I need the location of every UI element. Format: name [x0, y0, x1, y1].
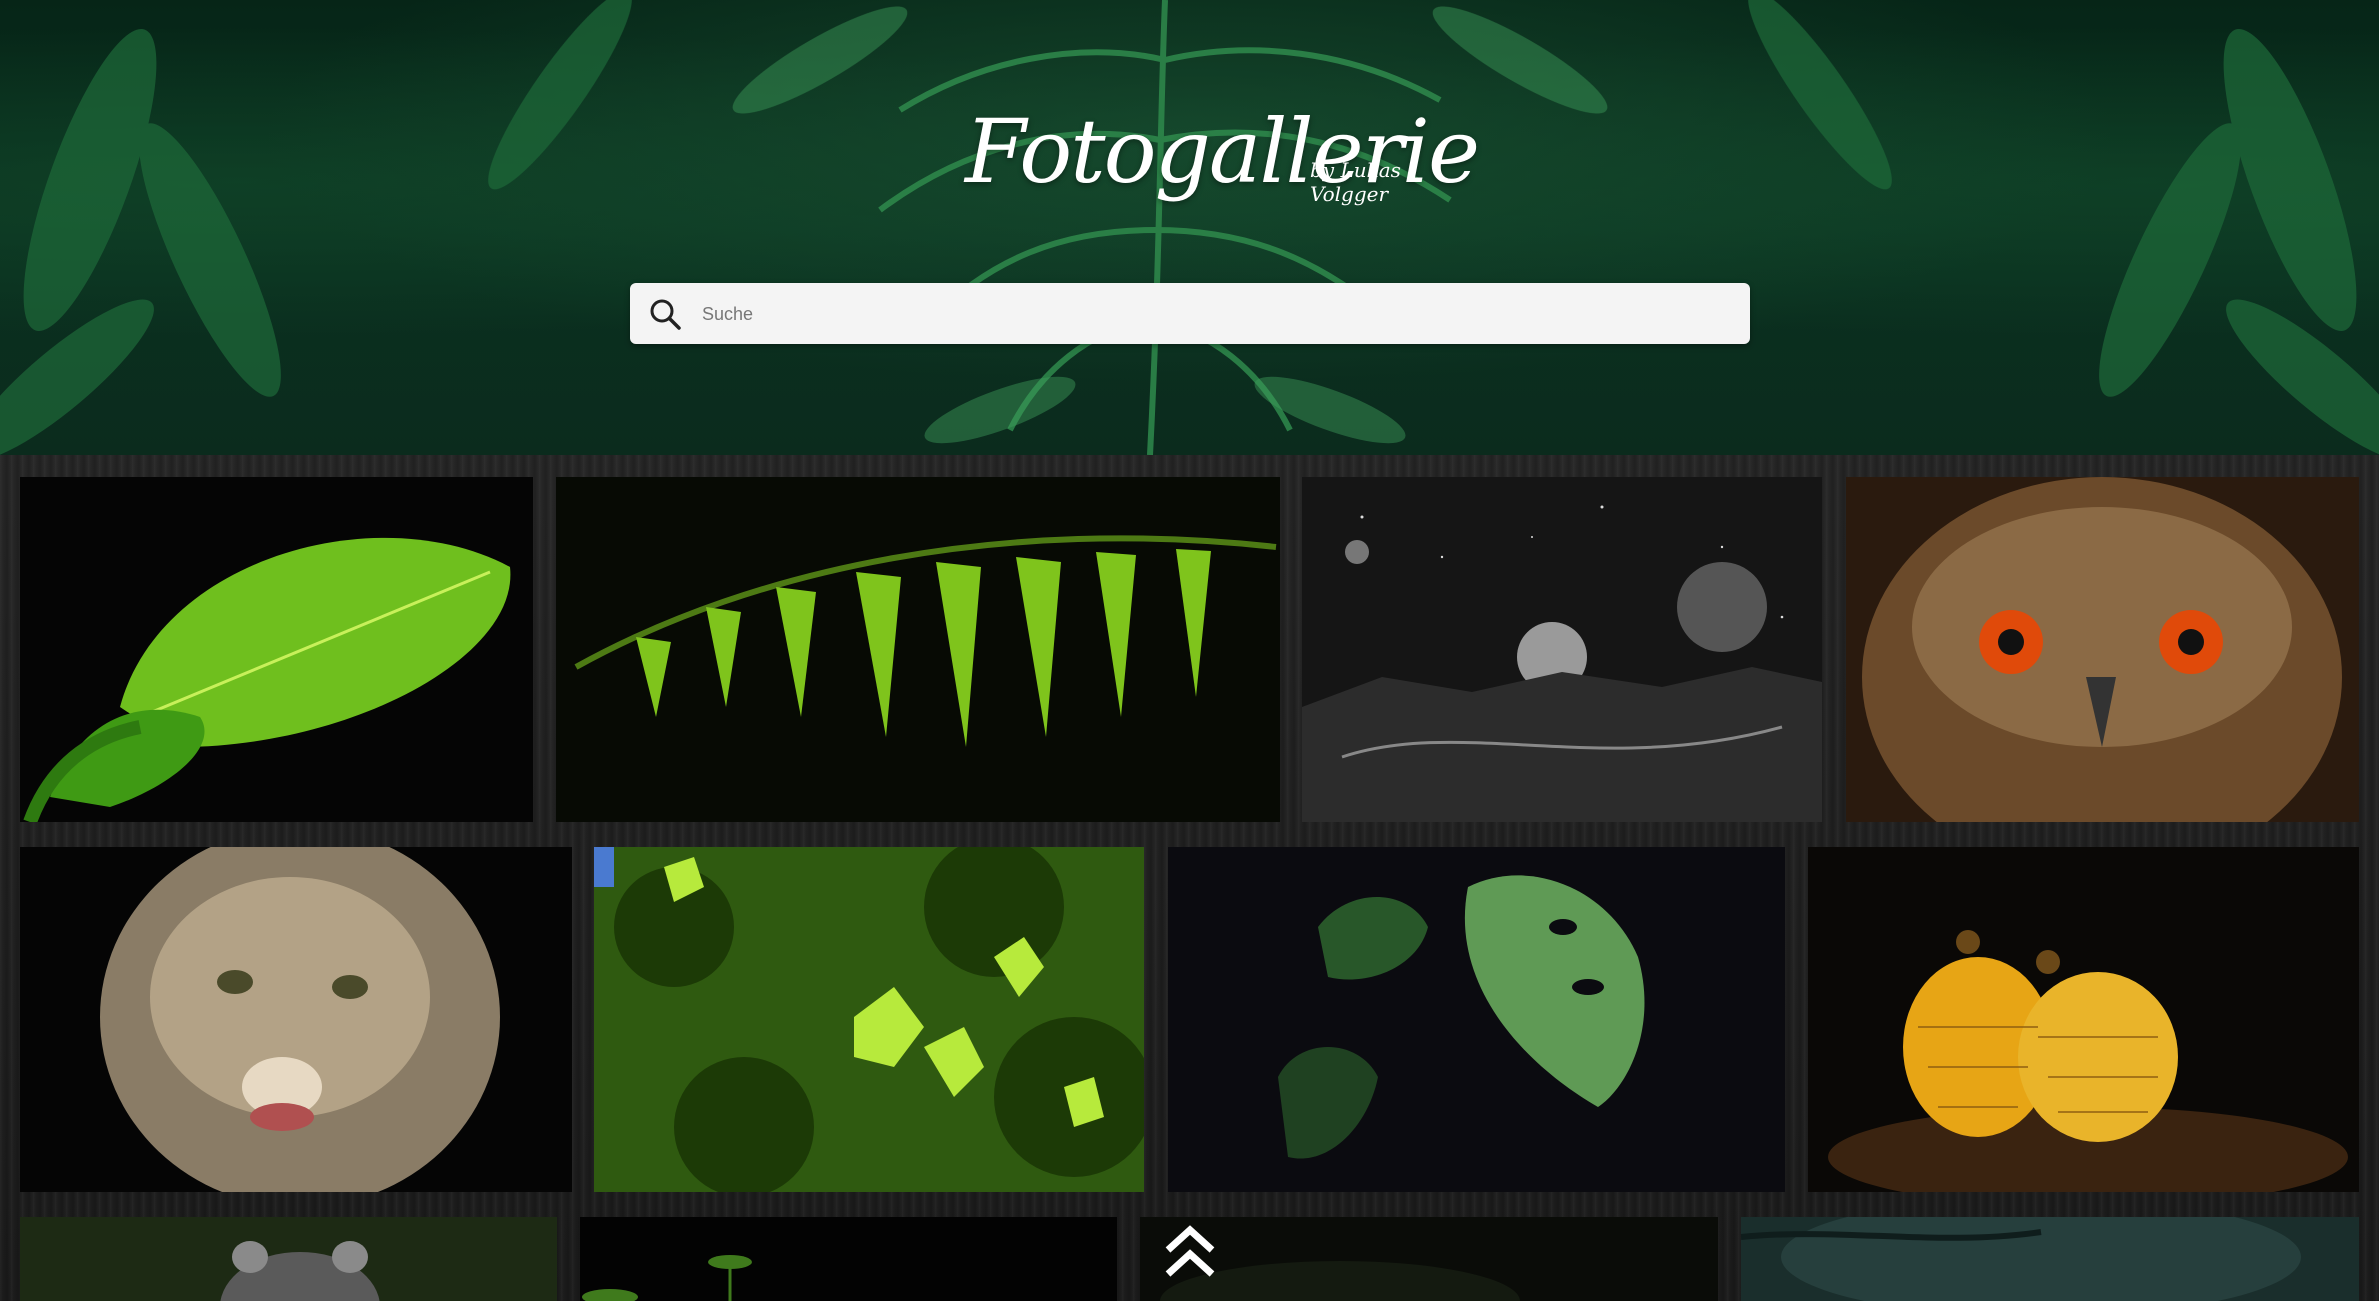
search-bar	[630, 283, 1750, 344]
gallery-image-raccoon[interactable]	[20, 1217, 557, 1301]
gallery-image-monstera[interactable]	[1168, 847, 1785, 1192]
search-icon[interactable]	[648, 297, 682, 331]
gallery-image-cougar[interactable]	[20, 847, 572, 1192]
gallery-image-moon[interactable]	[1302, 477, 1822, 822]
gallery-image-sprout[interactable]	[580, 1217, 1117, 1301]
gallery-image-mushrooms[interactable]	[1808, 847, 2359, 1192]
search-input[interactable]	[700, 295, 1734, 333]
gallery-image-fern[interactable]	[556, 477, 1280, 822]
site-subtitle: by Lukas Volgger	[1310, 158, 1401, 206]
gallery-image-dark-forest[interactable]	[1140, 1217, 1718, 1301]
double-chevron-up-icon[interactable]	[1162, 1222, 1218, 1282]
gallery-image-misty-forest[interactable]	[1741, 1217, 2359, 1301]
gallery-image-leaf[interactable]	[20, 477, 533, 822]
gallery-image-owl[interactable]	[1846, 477, 2359, 822]
header-hero: Fotogallerie by Lukas Volgger	[0, 0, 2379, 455]
site-logo: Fotogallerie by Lukas Volgger	[965, 100, 1480, 250]
gallery-image-sunlit-leaves[interactable]	[594, 847, 1144, 1192]
